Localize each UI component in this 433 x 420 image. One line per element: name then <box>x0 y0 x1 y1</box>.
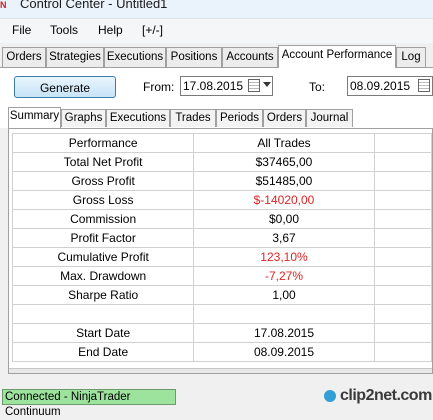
performance-summary-panel: Performance All Trades Total Net Profit … <box>8 128 433 374</box>
menu-help[interactable]: Help <box>98 23 123 37</box>
date-label: Start Date <box>11 323 195 343</box>
tab-executions[interactable]: Executions <box>104 47 166 67</box>
table-row: Gross Loss $-14020,00 <box>11 190 432 210</box>
tab-orders[interactable]: Orders <box>2 47 46 67</box>
sub-tab-strip: Summary Graphs Executions Trades Periods… <box>0 107 433 128</box>
metric-label: Total Net Profit <box>11 152 195 172</box>
chevron-down-icon[interactable] <box>263 82 271 87</box>
date-value: 08.09.2015 <box>193 342 375 362</box>
metric-label: Sharpe Ratio <box>11 285 195 305</box>
metric-value: -7,27% <box>193 266 375 286</box>
metric-value: 1,00 <box>193 285 375 305</box>
tab-sub-executions[interactable]: Executions <box>106 109 170 127</box>
to-date-value: 08.09.2015 <box>350 79 411 93</box>
metric-label: Gross Loss <box>11 190 195 210</box>
table-row-empty <box>11 304 432 324</box>
metric-value: 123,10% <box>193 247 375 267</box>
report-controls: Generate From: 17.08.2015 To: 08.09.2015 <box>0 68 433 108</box>
metric-label: Cumulative Profit <box>11 247 195 267</box>
tab-positions[interactable]: Positions <box>166 47 222 67</box>
table-row: Sharpe Ratio 1,00 <box>11 285 432 305</box>
metric-label: Commission <box>11 209 195 229</box>
tab-accounts[interactable]: Accounts <box>222 47 278 67</box>
tab-strategies[interactable]: Strategies <box>46 47 104 67</box>
connection-status: Connected - NinjaTrader Continuum <box>2 389 176 418</box>
tab-trades[interactable]: Trades <box>170 109 216 127</box>
menu-bar: File Tools Help [+/-] <box>0 19 433 43</box>
status-bar: Connected - NinjaTrader Continuum clip2n… <box>0 386 433 418</box>
window-title: Control Center - Untitled1 <box>20 0 168 11</box>
metric-value: $37465,00 <box>193 152 375 172</box>
metric-value: 3,67 <box>193 228 375 248</box>
table-row: Gross Profit $51485,00 <box>11 171 432 191</box>
calendar-icon[interactable] <box>248 79 260 92</box>
horizontal-scrollbar[interactable] <box>9 368 432 373</box>
calendar-icon[interactable] <box>418 79 430 92</box>
metric-value: $51485,00 <box>193 171 375 191</box>
tab-periods[interactable]: Periods <box>216 109 263 127</box>
menu-toggle[interactable]: [+/-] <box>142 23 163 37</box>
from-label: From: <box>143 80 175 94</box>
table-header-row: Performance All Trades <box>11 133 432 153</box>
tab-log[interactable]: Log <box>396 47 426 67</box>
table-row: Profit Factor 3,67 <box>11 228 432 248</box>
from-date-picker[interactable]: 17.08.2015 <box>180 76 273 96</box>
column-header-empty <box>373 133 432 153</box>
from-date-value: 17.08.2015 <box>183 79 244 93</box>
metric-value: $0,00 <box>193 209 375 229</box>
table-row: End Date 08.09.2015 <box>11 342 432 362</box>
date-value: 17.08.2015 <box>193 323 375 343</box>
date-label: End Date <box>11 342 195 362</box>
metric-label: Gross Profit <box>11 171 195 191</box>
table-row: Total Net Profit $37465,00 <box>11 152 432 172</box>
table-row: Commission $0,00 <box>11 209 432 229</box>
tab-journal[interactable]: Journal <box>306 109 353 127</box>
metric-label: Profit Factor <box>11 228 195 248</box>
tab-account-performance[interactable]: Account Performance <box>278 45 396 68</box>
table-row: Cumulative Profit 123,10% <box>11 247 432 267</box>
metric-label: Max. Drawdown <box>11 266 195 286</box>
app-logo-icon: N <box>0 0 7 10</box>
tab-graphs[interactable]: Graphs <box>61 109 106 127</box>
watermark-text: clip2net.com <box>340 387 432 404</box>
to-date-picker[interactable]: 08.09.2015 <box>347 76 433 96</box>
metric-value: $-14020,00 <box>193 190 375 210</box>
tab-sub-orders[interactable]: Orders <box>263 109 306 127</box>
generate-button[interactable]: Generate <box>14 76 116 98</box>
menu-file[interactable]: File <box>12 23 31 37</box>
title-bar: N Control Center - Untitled1 <box>0 0 433 19</box>
table-row: Start Date 17.08.2015 <box>11 323 432 343</box>
main-tab-strip: Orders Strategies Executions Positions A… <box>0 45 433 68</box>
column-header-all-trades[interactable]: All Trades <box>193 133 375 153</box>
table-row: Max. Drawdown -7,27% <box>11 266 432 286</box>
to-label: To: <box>309 80 326 94</box>
performance-table: Performance All Trades Total Net Profit … <box>11 133 432 362</box>
menu-tools[interactable]: Tools <box>50 23 78 37</box>
watermark-logo: clip2net.com <box>322 386 432 408</box>
tab-summary[interactable]: Summary <box>8 107 61 128</box>
column-header-performance[interactable]: Performance <box>11 133 195 153</box>
clip2net-logo-icon <box>324 390 336 402</box>
